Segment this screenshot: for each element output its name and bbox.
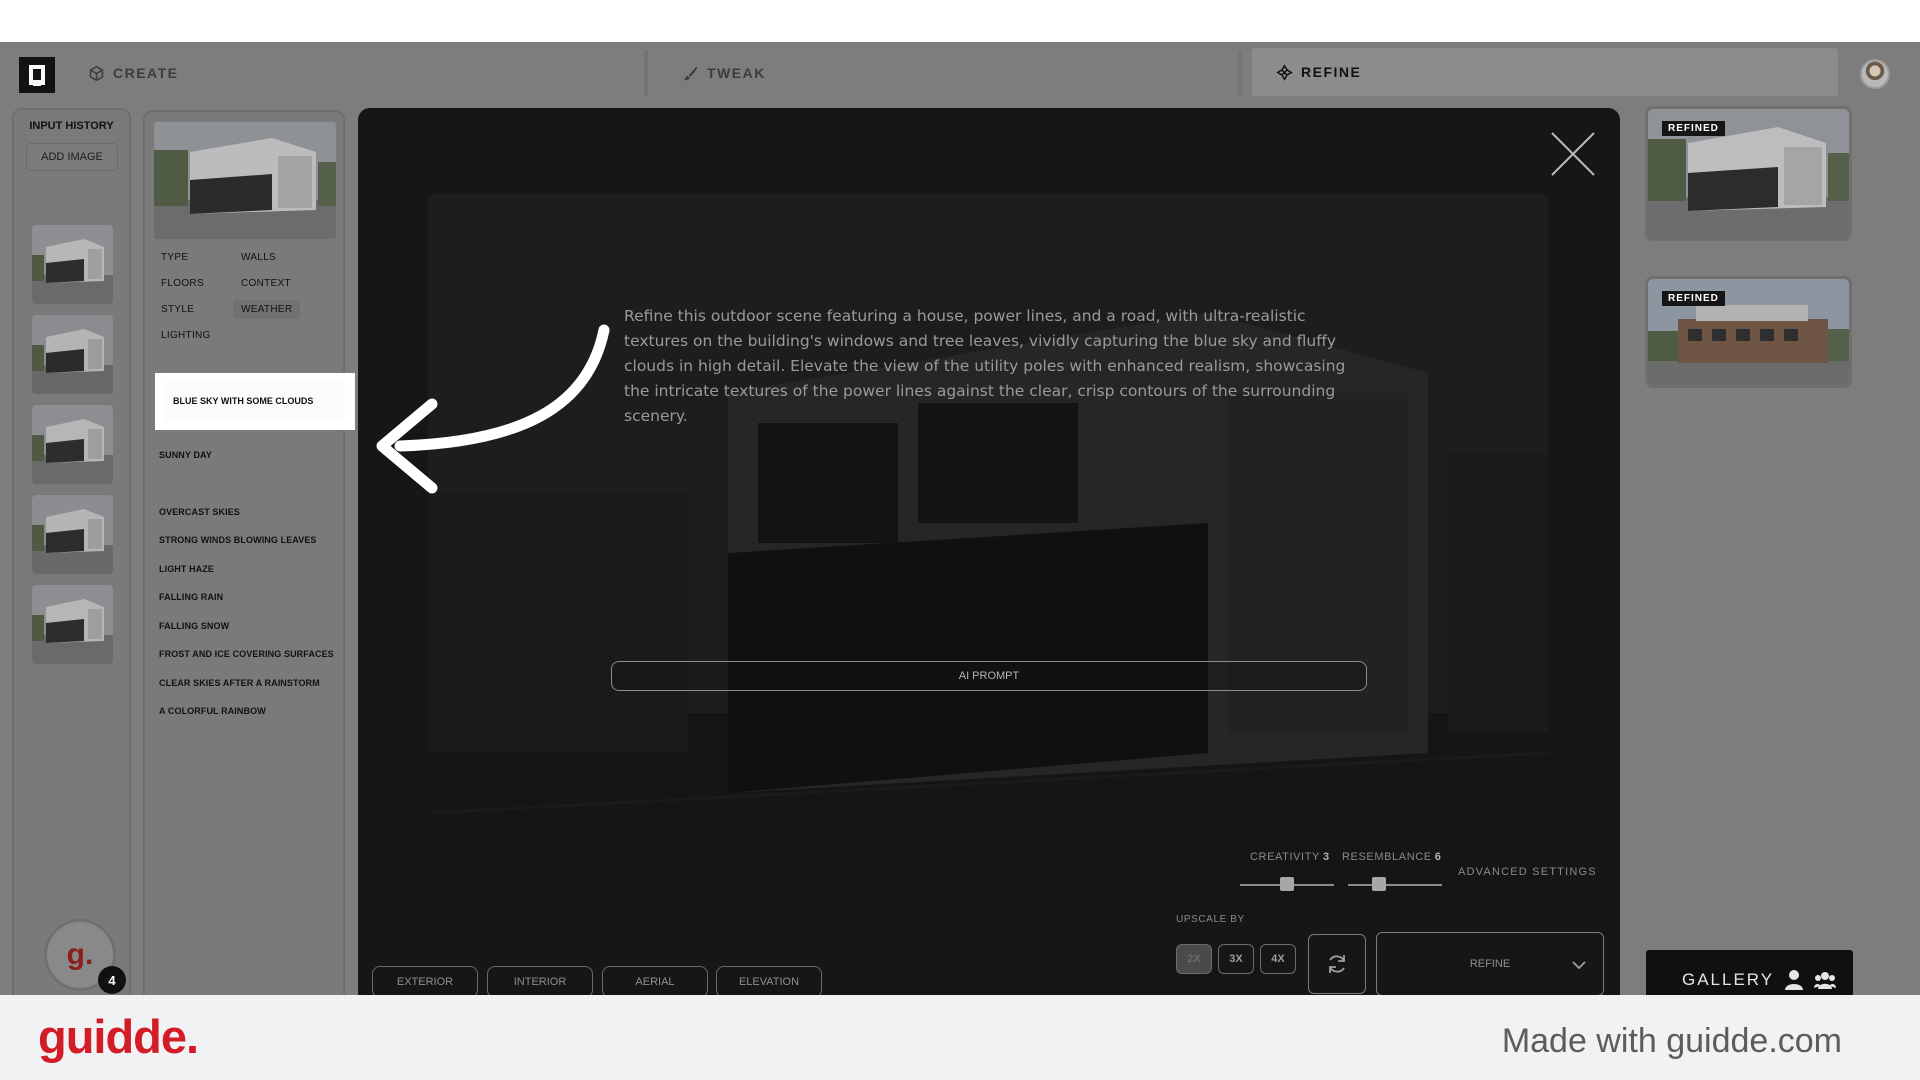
current-input-image [154, 122, 336, 239]
highlighted-option-box: BLUE SKY WITH SOME CLOUDS [155, 373, 355, 430]
resemblance-label-text: RESEMBLANCE [1342, 851, 1432, 863]
guidde-logo: guidde. [38, 1010, 199, 1063]
refined-result[interactable]: REFINED [1648, 279, 1849, 385]
category-context[interactable]: CONTEXT [233, 274, 299, 293]
category-walls[interactable]: WALLS [233, 248, 284, 267]
ai-prompt-button[interactable]: AI PROMPT [611, 661, 1367, 691]
prompt-text[interactable]: Refine this outdoor scene featuring a ho… [624, 304, 1356, 429]
weather-option[interactable]: STRONG WINDS BLOWING LEAVES [159, 535, 317, 545]
weather-option[interactable]: LIGHT HAZE [159, 564, 214, 574]
guidde-step-count: 4 [98, 966, 126, 994]
category-weather[interactable]: WEATHER [233, 300, 301, 319]
history-thumbnail[interactable] [32, 225, 113, 304]
tab-tweak-label: TWEAK [707, 65, 766, 81]
weather-option[interactable]: OVERCAST SKIES [159, 507, 240, 517]
made-with-text: Made with guidde.com [1501, 1022, 1842, 1060]
users-icon[interactable] [1814, 970, 1837, 990]
scene-tab-elevation[interactable]: ELEVATION [716, 966, 822, 995]
prompt-builder-panel: TYPE WALLS FLOORS CONTEXT STYLE WEATHER … [143, 110, 345, 995]
tab-create-label: CREATE [113, 65, 179, 81]
refine-modal: Refine this outdoor scene featuring a ho… [358, 108, 1620, 995]
category-type[interactable]: TYPE [153, 248, 196, 267]
resemblance-slider-handle[interactable] [1372, 877, 1386, 891]
category-lighting[interactable]: LIGHTING [153, 326, 219, 345]
history-thumbnail[interactable] [32, 585, 113, 664]
weather-option[interactable]: FALLING RAIN [159, 592, 223, 602]
weather-option[interactable]: SUNNY DAY [159, 450, 212, 460]
cube-icon [89, 65, 104, 81]
history-thumbnail[interactable] [32, 315, 113, 394]
scene-tab-aerial[interactable]: AERIAL [602, 966, 708, 995]
category-style[interactable]: STYLE [153, 300, 202, 319]
history-thumbnail[interactable] [32, 495, 113, 574]
input-history-panel: INPUT HISTORY ADD IMAGE [12, 108, 131, 995]
chevron-down-icon[interactable] [1571, 957, 1587, 973]
footer-bar: guidde. Made with guidde.com [0, 995, 1920, 1080]
weather-option[interactable]: FALLING SNOW [159, 621, 229, 631]
creativity-label: CREATIVITY 3 [1250, 851, 1330, 863]
tab-create[interactable]: CREATE [70, 50, 648, 96]
category-floors[interactable]: FLOORS [153, 274, 212, 293]
input-history-title: INPUT HISTORY [29, 120, 114, 132]
tab-tweak[interactable]: TWEAK [662, 50, 1242, 96]
gallery-button[interactable]: GALLERY [1646, 950, 1853, 995]
crosshair-icon [1276, 63, 1293, 81]
refined-tag: REFINED [1662, 291, 1725, 306]
app-window: CREATE TWEAK REFINE INPUT HISTORY ADD IM… [0, 42, 1920, 995]
weather-option[interactable]: A COLORFUL RAINBOW [159, 706, 266, 716]
regenerate-button[interactable] [1308, 934, 1366, 994]
refine-button[interactable]: REFINE [1376, 932, 1604, 995]
history-thumbnail[interactable] [32, 405, 113, 484]
upscale-3x-button[interactable]: 3X [1218, 944, 1254, 974]
refine-button-label: REFINE [1469, 958, 1511, 970]
modal-preview-image [428, 193, 1548, 917]
user-avatar[interactable] [1860, 59, 1890, 89]
resemblance-label: RESEMBLANCE 6 [1342, 851, 1441, 863]
creativity-slider-handle[interactable] [1280, 877, 1294, 891]
advanced-settings-link[interactable]: ADVANCED SETTINGS [1458, 866, 1597, 878]
close-icon[interactable] [1550, 131, 1596, 177]
refined-tag: REFINED [1662, 121, 1725, 136]
resemblance-slider[interactable] [1348, 884, 1442, 886]
upscale-4x-button[interactable]: 4X [1260, 944, 1296, 974]
weather-option[interactable]: FROST AND ICE COVERING SURFACES [159, 649, 334, 659]
tab-refine-label: REFINE [1301, 64, 1362, 80]
weather-option[interactable]: CLEAR SKIES AFTER A RAINSTORM [159, 678, 320, 688]
upscale-2x-button[interactable]: 2X [1176, 944, 1212, 974]
scene-tab-interior[interactable]: INTERIOR [487, 966, 593, 995]
app-logo[interactable] [19, 57, 55, 93]
user-icon[interactable] [1784, 969, 1804, 991]
upscale-label: UPSCALE BY [1176, 914, 1245, 925]
scene-tab-exterior[interactable]: EXTERIOR [372, 966, 478, 995]
resemblance-value: 6 [1434, 851, 1442, 863]
weather-option-selected[interactable]: BLUE SKY WITH SOME CLOUDS [165, 381, 345, 421]
refresh-icon [1329, 955, 1345, 973]
top-margin [0, 0, 1920, 42]
gallery-label: GALLERY [1682, 970, 1775, 989]
creativity-value: 3 [1322, 851, 1330, 863]
tab-refine[interactable]: REFINE [1252, 48, 1838, 96]
refined-result[interactable]: REFINED [1648, 109, 1849, 238]
add-image-button[interactable]: ADD IMAGE [26, 143, 118, 171]
brush-icon [683, 66, 698, 80]
creativity-label-text: CREATIVITY [1250, 851, 1320, 863]
